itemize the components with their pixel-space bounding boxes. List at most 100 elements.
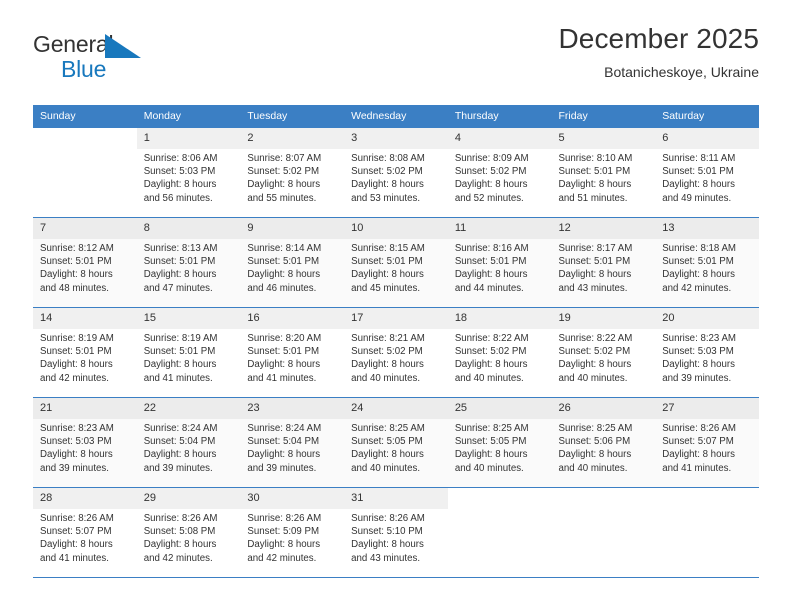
calendar-day-cell[interactable]: 10 Sunrise: 8:15 AM Sunset: 5:01 PM Dayligh… [344, 218, 448, 307]
weekday-header-friday: Friday [551, 105, 656, 128]
daylight-text-line2: and 41 minutes. [143, 372, 213, 384]
brand-name-blue: Blue [61, 56, 107, 82]
sunset-text: Sunset: 5:02 PM [558, 346, 631, 358]
calendar-day-cell[interactable]: 29 Sunrise: 8:26 AM Sunset: 5:08 PM Dayligh… [136, 488, 241, 577]
daylight-text-line2: and 40 minutes. [558, 462, 628, 474]
daylight-text-line2: and 51 minutes. [558, 192, 628, 204]
calendar-day-cell[interactable]: 17 Sunrise: 8:21 AM Sunset: 5:02 PM Dayligh… [344, 308, 448, 397]
daylight-text-line1: Daylight: 8 hours [558, 179, 632, 191]
daylight-text-line2: and 41 minutes. [40, 552, 109, 564]
daylight-text-line2: and 39 minutes. [662, 372, 732, 384]
calendar-day-cell[interactable]: 9 Sunrise: 8:14 AM Sunset: 5:01 PM Daylight… [240, 218, 345, 307]
calendar-day-cell[interactable]: 20 Sunrise: 8:23 AM Sunset: 5:03 PM Dayligh… [655, 308, 759, 397]
calendar-day-cell[interactable]: 27 Sunrise: 8:26 AM Sunset: 5:07 PM Dayligh… [655, 398, 759, 487]
calendar-day-cell[interactable]: 31 Sunrise: 8:26 AM Sunset: 5:10 PM Dayligh… [344, 488, 448, 577]
calendar-day-cell[interactable]: 16 Sunrise: 8:20 AM Sunset: 5:01 PM Dayligh… [240, 308, 345, 397]
sunrise-text: Sunrise: 8:16 AM [454, 243, 529, 254]
calendar-day-cell[interactable]: 2 Sunrise: 8:07 AM Sunset: 5:02 PM Daylight… [240, 128, 345, 217]
daylight-text-line2: and 42 minutes. [143, 552, 213, 564]
page-title: December 2025 [558, 23, 759, 54]
calendar-day-cell[interactable]: 1 Sunrise: 8:06 AM Sunset: 5:03 PM Daylight… [136, 128, 241, 217]
day-details: Sunrise: 8:23 AM Sunset: 5:03 PM Daylight:… [662, 329, 753, 385]
day-details: Sunrise: 8:26 AM Sunset: 5:07 PM Daylight:… [662, 419, 753, 475]
calendar-day-cell[interactable]: 23 Sunrise: 8:24 AM Sunset: 5:04 PM Dayligh… [240, 398, 345, 487]
sunset-text: Sunset: 5:07 PM [40, 526, 112, 538]
daylight-text-line2: and 49 minutes. [662, 192, 732, 204]
calendar-day-cell[interactable]: 5 Sunrise: 8:10 AM Sunset: 5:01 PM Daylight… [551, 128, 656, 217]
calendar-day-cell[interactable]: 30 Sunrise: 8:26 AM Sunset: 5:09 PM Dayligh… [240, 488, 345, 577]
day-details: Sunrise: 8:26 AM Sunset: 5:07 PM Daylight:… [40, 509, 131, 565]
day-details: Sunrise: 8:26 AM Sunset: 5:08 PM Daylight:… [144, 509, 235, 565]
sunrise-text: Sunrise: 8:06 AM [143, 153, 218, 164]
daylight-text-line2: and 43 minutes. [558, 282, 628, 294]
calendar-week-row: 21 Sunrise: 8:23 AM Sunset: 5:03 PM Dayligh… [33, 398, 759, 487]
row-separator-line [33, 577, 759, 578]
calendar-day-cell[interactable]: 14 Sunrise: 8:19 AM Sunset: 5:01 PM Dayligh… [33, 308, 137, 397]
day-details: Sunrise: 8:07 AM Sunset: 5:02 PM Daylight:… [247, 149, 338, 205]
calendar-header-row: Sunday Monday Tuesday Wednesday Thursday… [33, 105, 759, 128]
sunrise-text: Sunrise: 8:26 AM [662, 423, 736, 434]
daylight-text-line1: Daylight: 8 hours [40, 359, 113, 371]
calendar-day-cell[interactable]: 7 Sunrise: 8:12 AM Sunset: 5:01 PM Daylight… [33, 218, 137, 307]
day-number: 12 [551, 218, 656, 239]
sunset-text: Sunset: 5:01 PM [40, 256, 112, 268]
day-details: Sunrise: 8:18 AM Sunset: 5:01 PM Daylight:… [662, 239, 753, 295]
day-number [552, 488, 656, 497]
daylight-text-line2: and 41 minutes. [247, 372, 317, 384]
calendar-week-row: 1 Sunrise: 8:06 AM Sunset: 5:03 PM Daylight… [33, 128, 759, 217]
calendar-day-cell[interactable]: 28 Sunrise: 8:26 AM Sunset: 5:07 PM Dayligh… [33, 488, 137, 577]
day-details: Sunrise: 8:25 AM Sunset: 5:06 PM Daylight:… [559, 419, 650, 475]
day-number: 28 [33, 488, 137, 509]
brand-logo[interactable]: General Blue [33, 22, 141, 82]
day-number: 11 [447, 218, 552, 239]
day-number: 10 [344, 218, 448, 239]
calendar-day-cell[interactable]: 12 Sunrise: 8:17 AM Sunset: 5:01 PM Dayligh… [551, 218, 656, 307]
daylight-text-line1: Daylight: 8 hours [143, 539, 217, 551]
calendar-day-cell[interactable]: 21 Sunrise: 8:23 AM Sunset: 5:03 PM Dayligh… [33, 398, 137, 487]
calendar-day-cell[interactable]: 24 Sunrise: 8:25 AM Sunset: 5:05 PM Dayligh… [344, 398, 448, 487]
sunset-text: Sunset: 5:02 PM [454, 346, 527, 358]
sunrise-text: Sunrise: 8:18 AM [662, 243, 736, 254]
calendar-day-cell[interactable]: 8 Sunrise: 8:13 AM Sunset: 5:01 PM Daylight… [136, 218, 241, 307]
sunset-text: Sunset: 5:06 PM [558, 436, 631, 448]
sunrise-text: Sunrise: 8:19 AM [143, 333, 218, 344]
sunrise-text: Sunrise: 8:26 AM [40, 513, 114, 524]
calendar-day-cell [551, 488, 656, 577]
calendar-week-row: 14 Sunrise: 8:19 AM Sunset: 5:01 PM Dayligh… [33, 308, 759, 397]
sunset-text: Sunset: 5:10 PM [351, 526, 423, 538]
sunrise-text: Sunrise: 8:23 AM [40, 423, 114, 434]
sunrise-text: Sunrise: 8:24 AM [143, 423, 218, 434]
calendar-day-cell[interactable]: 3 Sunrise: 8:08 AM Sunset: 5:02 PM Daylight… [344, 128, 448, 217]
daylight-text-line1: Daylight: 8 hours [247, 539, 321, 551]
sunset-text: Sunset: 5:04 PM [143, 436, 216, 448]
calendar-day-cell[interactable]: 13 Sunrise: 8:18 AM Sunset: 5:01 PM Dayligh… [655, 218, 759, 307]
calendar-day-cell [655, 488, 759, 577]
sunrise-text: Sunrise: 8:26 AM [351, 513, 425, 524]
calendar-day-cell[interactable]: 22 Sunrise: 8:24 AM Sunset: 5:04 PM Dayligh… [136, 398, 241, 487]
calendar-day-cell[interactable]: 18 Sunrise: 8:22 AM Sunset: 5:02 PM Dayligh… [447, 308, 552, 397]
calendar-day-cell[interactable]: 25 Sunrise: 8:25 AM Sunset: 5:05 PM Dayligh… [447, 398, 552, 487]
sunset-text: Sunset: 5:01 PM [247, 256, 320, 268]
day-details: Sunrise: 8:25 AM Sunset: 5:05 PM Daylight:… [455, 419, 546, 475]
sunset-text: Sunset: 5:01 PM [143, 256, 216, 268]
sunset-text: Sunset: 5:08 PM [143, 526, 216, 538]
sunset-text: Sunset: 5:07 PM [662, 436, 734, 448]
sunset-text: Sunset: 5:01 PM [454, 256, 527, 268]
calendar-day-cell[interactable]: 15 Sunrise: 8:19 AM Sunset: 5:01 PM Dayligh… [136, 308, 241, 397]
sunset-text: Sunset: 5:09 PM [247, 526, 320, 538]
daylight-text-line1: Daylight: 8 hours [662, 359, 735, 371]
sunrise-text: Sunrise: 8:10 AM [558, 153, 633, 164]
daylight-text-line2: and 56 minutes. [143, 192, 213, 204]
day-number: 9 [240, 218, 345, 239]
calendar-day-cell[interactable]: 4 Sunrise: 8:09 AM Sunset: 5:02 PM Daylight… [447, 128, 552, 217]
sunrise-text: Sunrise: 8:17 AM [558, 243, 633, 254]
sunrise-text: Sunrise: 8:13 AM [143, 243, 218, 254]
calendar-day-cell[interactable]: 19 Sunrise: 8:22 AM Sunset: 5:02 PM Dayligh… [551, 308, 656, 397]
day-number: 21 [33, 398, 137, 419]
calendar-day-cell[interactable]: 26 Sunrise: 8:25 AM Sunset: 5:06 PM Dayligh… [551, 398, 656, 487]
calendar-day-cell[interactable]: 11 Sunrise: 8:16 AM Sunset: 5:01 PM Dayligh… [447, 218, 552, 307]
sunrise-text: Sunrise: 8:11 AM [662, 153, 736, 164]
calendar-day-cell[interactable]: 6 Sunrise: 8:11 AM Sunset: 5:01 PM Daylight… [655, 128, 759, 217]
daylight-text-line2: and 39 minutes. [143, 462, 213, 474]
day-number: 19 [551, 308, 656, 329]
